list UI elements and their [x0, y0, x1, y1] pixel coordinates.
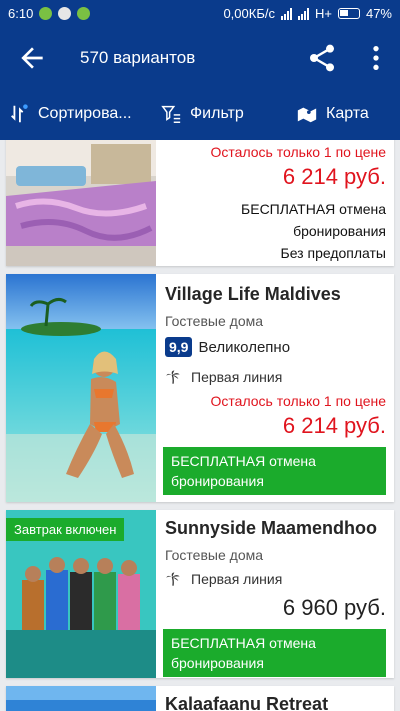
availability-warning: Осталось только 1 по цене — [210, 393, 386, 409]
app-bar: 570 вариантов — [0, 28, 400, 88]
app-notification-icon — [58, 7, 72, 20]
signal-icon — [280, 7, 292, 20]
review-score-label: Великолепно — [198, 338, 291, 356]
beach-label: Первая линия — [191, 571, 283, 587]
share-button[interactable] — [306, 42, 338, 74]
map-button[interactable]: Карта — [296, 88, 369, 140]
map-icon — [297, 107, 317, 123]
filter-toolbar: Сортирова... Фильтр Карта — [0, 88, 400, 140]
free-cancellation-box: БЕСПЛАТНАЯ отмена бронирования — [163, 447, 386, 495]
hotel-card[interactable]: Осталось только 1 по цене 6 214 руб. БЕС… — [6, 140, 394, 266]
play-notification-icon — [77, 7, 91, 20]
share-icon — [310, 44, 334, 72]
palm-tree-icon — [166, 572, 180, 586]
beach-label: Первая линия — [191, 369, 283, 385]
net-speed: 0,00КБ/с — [223, 6, 275, 21]
app-notification-icon — [39, 7, 53, 20]
hotel-info: Осталось только 1 по цене 6 214 руб. БЕС… — [165, 140, 386, 264]
hotel-info: Village Life Maldives Гостевые дома 9,9 … — [163, 274, 386, 495]
hotel-photo — [6, 140, 156, 266]
filter-button[interactable]: Фильтр — [160, 88, 244, 140]
results-title: 570 вариантов — [80, 48, 196, 67]
breakfast-badge: Завтрак включен — [6, 518, 125, 541]
signal-icon — [297, 7, 309, 20]
hotel-info: Kalaafaanu Retreat — [165, 686, 386, 711]
hotel-card[interactable]: Завтрак включен Sunnyside Maamendhoo Гос… — [6, 510, 394, 678]
status-bar: 6:10 0,00КБ/с H+ 47% — [0, 0, 400, 28]
free-cancel-text: БЕСПЛАТНАЯ отмена — [171, 453, 316, 469]
sort-icon — [11, 104, 28, 123]
more-button[interactable] — [360, 42, 392, 74]
review-score-badge: 9,9 — [165, 337, 193, 357]
filter-label: Фильтр — [190, 105, 244, 122]
back-button[interactable] — [16, 42, 48, 74]
free-cancel-text-2: бронирования — [171, 655, 264, 671]
hotel-price: 6 960 руб. — [282, 595, 386, 620]
free-cancel-text: БЕСПЛАТНАЯ отмена — [171, 635, 316, 651]
hotel-name[interactable]: Sunnyside Maamendhoo — [165, 518, 386, 539]
sort-label: Сортирова... — [38, 105, 132, 122]
status-time: 6:10 — [8, 6, 34, 21]
network-type: H+ — [314, 6, 332, 21]
free-cancellation-box: БЕСПЛАТНАЯ отмена бронирования — [163, 629, 386, 677]
no-prepayment-text: Без предоплаты — [280, 245, 386, 261]
beach-row: Первая линия — [165, 369, 386, 385]
property-type: Гостевые дома — [165, 313, 264, 329]
sort-button[interactable]: Сортирова... — [8, 88, 132, 140]
arrow-left-icon — [21, 47, 43, 69]
hotel-photo — [6, 686, 156, 711]
battery-level: 47% — [365, 6, 392, 21]
palm-tree-icon — [166, 370, 180, 384]
free-cancel-text-2: бронирования — [171, 473, 264, 489]
hotel-info: Sunnyside Maamendhoo Гостевые дома Перва… — [163, 510, 386, 677]
filter-icon — [161, 105, 181, 123]
free-cancel-text: БЕСПЛАТНАЯ отмена — [241, 201, 386, 217]
free-cancel-text-2: бронирования — [293, 223, 386, 239]
hotel-name[interactable]: Kalaafaanu Retreat — [165, 694, 386, 711]
hotel-card[interactable]: Kalaafaanu Retreat — [6, 686, 394, 711]
map-label: Карта — [326, 105, 369, 122]
hotel-price: 6 214 руб. — [282, 164, 386, 189]
property-type: Гостевые дома — [165, 547, 264, 563]
beach-row: Первая линия — [165, 571, 386, 587]
hotel-price: 6 214 руб. — [282, 413, 386, 438]
availability-warning: Осталось только 1 по цене — [210, 144, 386, 160]
more-vertical-icon — [373, 46, 379, 70]
hotel-name[interactable]: Village Life Maldives — [165, 284, 386, 305]
results-list[interactable]: Осталось только 1 по цене 6 214 руб. БЕС… — [0, 140, 400, 711]
hotel-photo — [6, 274, 156, 502]
hotel-card[interactable]: Village Life Maldives Гостевые дома 9,9 … — [6, 274, 394, 502]
status-left: 6:10 — [8, 6, 91, 21]
battery-icon — [337, 8, 360, 19]
review-score-row: 9,9 Великолепно — [165, 337, 386, 357]
status-right: 0,00КБ/с H+ 47% — [223, 6, 392, 21]
